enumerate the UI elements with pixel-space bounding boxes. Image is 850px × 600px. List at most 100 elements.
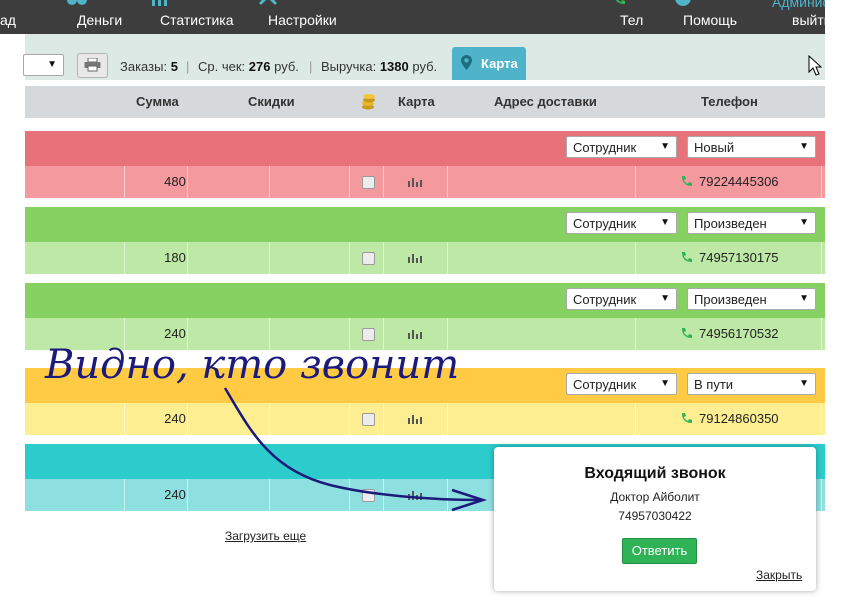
chevron-down-icon: ▼ <box>660 378 670 389</box>
order-header-band: Сотрудник ▼ В пути ▼ <box>25 368 825 403</box>
orders-toolbar: ▼ Заказы: 5 | Ср. чек: 276 руб. | Выручк… <box>23 34 825 80</box>
revenue-label: Выручка: <box>321 59 377 74</box>
employee-select-value: Сотрудник <box>573 216 637 231</box>
stat-separator: | <box>309 59 313 74</box>
load-more-link[interactable]: Загрузить еще <box>225 529 306 543</box>
employee-select-value: Сотрудник <box>573 377 637 392</box>
employee-select[interactable]: Сотрудник ▼ <box>566 373 677 395</box>
cell-divider <box>124 318 125 350</box>
map-bars-icon[interactable] <box>408 178 424 187</box>
help-icon <box>675 0 691 6</box>
cell-divider <box>269 479 270 511</box>
cell-divider <box>349 403 350 435</box>
filter-select[interactable]: ▼ <box>23 54 64 76</box>
cell-divider <box>124 166 125 198</box>
cell-divider <box>821 403 822 435</box>
order-phone[interactable]: 74956170532 <box>699 326 779 341</box>
cell-divider <box>447 166 448 198</box>
phone-icon <box>682 176 692 186</box>
cell-divider <box>447 479 448 511</box>
status-select[interactable]: Произведен ▼ <box>687 288 816 310</box>
column-header-sum: Сумма <box>136 94 179 109</box>
order-sum: 240 <box>164 326 186 341</box>
order-checkbox[interactable] <box>362 328 375 341</box>
order-checkbox[interactable] <box>362 489 375 502</box>
cell-divider <box>821 479 822 511</box>
cell-divider <box>269 403 270 435</box>
table-row[interactable]: 480 79224445306 <box>25 166 825 198</box>
answer-button[interactable]: Ответить <box>622 538 697 564</box>
cell-divider <box>349 242 350 274</box>
chevron-down-icon: ▼ <box>660 217 670 228</box>
nav-item-settings-label: Настройки <box>268 12 337 28</box>
order-phone[interactable]: 74957130175 <box>699 250 779 265</box>
money-icon <box>67 0 87 5</box>
order-checkbox[interactable] <box>362 413 375 426</box>
order-header-band: Сотрудник ▼ Произведен ▼ <box>25 207 825 242</box>
order-phone[interactable]: 79124860350 <box>699 411 779 426</box>
employee-select[interactable]: Сотрудник ▼ <box>566 288 677 310</box>
cell-divider <box>821 166 822 198</box>
order-checkbox[interactable] <box>362 176 375 189</box>
orders-count-stat: Заказы: 5 <box>120 59 178 74</box>
cell-divider <box>635 403 636 435</box>
cell-divider <box>124 403 125 435</box>
nav-item-phone-label: Тел <box>620 12 644 28</box>
status-select-value: Произведен <box>694 216 767 231</box>
avg-check-unit: руб. <box>274 59 299 74</box>
cell-divider <box>269 318 270 350</box>
cell-divider <box>447 242 448 274</box>
phone-icon <box>682 413 692 423</box>
employee-select[interactable]: Сотрудник ▼ <box>566 136 677 158</box>
map-pin-icon <box>461 55 472 70</box>
coins-icon <box>362 94 375 110</box>
map-bars-icon[interactable] <box>408 254 424 263</box>
printer-icon <box>84 58 101 72</box>
caller-name: Доктор Айболит <box>610 490 700 504</box>
cell-divider <box>269 166 270 198</box>
order-header-band: Сотрудник ▼ Произведен ▼ <box>25 283 825 318</box>
employee-select[interactable]: Сотрудник ▼ <box>566 212 677 234</box>
nav-item-money-label: Деньги <box>77 12 123 28</box>
top-navigation-bar: ад Деньги Статистика Настройки Тел Помощ… <box>0 0 832 34</box>
order-sum: 240 <box>164 487 186 502</box>
avg-check-stat: Ср. чек: 276 руб. <box>198 59 299 74</box>
statistics-icon <box>152 0 167 6</box>
employee-select-value: Сотрудник <box>573 292 637 307</box>
cell-divider <box>349 479 350 511</box>
revenue-value: 1380 <box>379 59 409 74</box>
order-phone[interactable]: 79224445306 <box>699 174 779 189</box>
incoming-call-popup: Входящий звонок Доктор Айболит 749570304… <box>494 447 816 591</box>
close-popup-link[interactable]: Закрыть <box>756 568 802 582</box>
table-row[interactable]: 240 79124860350 <box>25 403 825 435</box>
chevron-down-icon: ▼ <box>799 141 809 152</box>
cell-divider <box>383 166 384 198</box>
status-select[interactable]: Произведен ▼ <box>687 212 816 234</box>
status-select[interactable]: В пути ▼ <box>687 373 816 395</box>
order-header-band: Сотрудник ▼ Новый ▼ <box>25 131 825 166</box>
phone-icon <box>615 0 625 4</box>
map-bars-icon[interactable] <box>408 330 424 339</box>
status-select-value: В пути <box>694 377 734 392</box>
employee-select-value: Сотрудник <box>573 140 637 155</box>
cell-divider <box>383 403 384 435</box>
table-row[interactable]: 240 74956170532 <box>25 318 825 350</box>
status-select[interactable]: Новый ▼ <box>687 136 816 158</box>
nav-item-partial-label: ад <box>0 12 16 28</box>
map-tab-label: Карта <box>481 56 518 71</box>
table-row[interactable]: 180 74957130175 <box>25 242 825 274</box>
column-header-discounts: Скидки <box>248 94 295 109</box>
avg-check-label: Ср. чек: <box>198 59 246 74</box>
cell-divider <box>124 242 125 274</box>
map-bars-icon[interactable] <box>408 415 424 424</box>
caller-number: 74957030422 <box>618 509 692 523</box>
print-button[interactable] <box>77 53 108 78</box>
order-checkbox[interactable] <box>362 252 375 265</box>
map-tab[interactable]: Карта <box>452 47 526 80</box>
cell-divider <box>383 242 384 274</box>
status-select-value: Новый <box>694 140 735 155</box>
cell-divider <box>269 242 270 274</box>
revenue-unit: руб. <box>412 59 438 74</box>
map-bars-icon[interactable] <box>408 491 424 500</box>
chevron-down-icon: ▼ <box>660 293 670 304</box>
